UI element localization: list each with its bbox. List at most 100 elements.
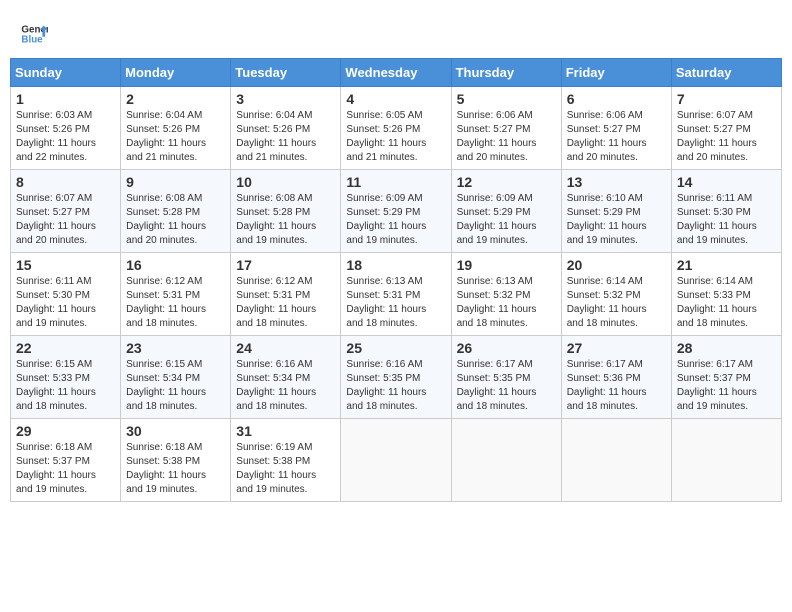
calendar-cell: 18 Sunrise: 6:13 AM Sunset: 5:31 PM Dayli… — [341, 253, 451, 336]
day-number: 30 — [126, 423, 225, 439]
calendar-cell: 13 Sunrise: 6:10 AM Sunset: 5:29 PM Dayli… — [561, 170, 671, 253]
day-info: Sunrise: 6:06 AM Sunset: 5:27 PM Dayligh… — [457, 109, 556, 165]
day-header-thursday: Thursday — [451, 59, 561, 87]
day-header-wednesday: Wednesday — [341, 59, 451, 87]
day-info: Sunrise: 6:09 AM Sunset: 5:29 PM Dayligh… — [346, 192, 445, 248]
calendar-cell: 6 Sunrise: 6:06 AM Sunset: 5:27 PM Daylig… — [561, 87, 671, 170]
calendar-cell: 30Sunrise: 6:18 AM Sunset: 5:38 PM Dayli… — [121, 419, 231, 502]
day-info: Sunrise: 6:07 AM Sunset: 5:27 PM Dayligh… — [16, 192, 115, 248]
day-number: 10 — [236, 174, 335, 190]
day-number: 27 — [567, 340, 666, 356]
day-number: 15 — [16, 257, 115, 273]
calendar-cell — [671, 419, 781, 502]
day-info: Sunrise: 6:06 AM Sunset: 5:27 PM Dayligh… — [567, 109, 666, 165]
calendar-cell: 1 Sunrise: 6:03 AM Sunset: 5:26 PM Daylig… — [11, 87, 121, 170]
calendar-cell: 2 Sunrise: 6:04 AM Sunset: 5:26 PM Daylig… — [121, 87, 231, 170]
logo: General Blue — [20, 20, 48, 48]
day-info: Sunrise: 6:05 AM Sunset: 5:26 PM Dayligh… — [346, 109, 445, 165]
day-info: Sunrise: 6:08 AM Sunset: 5:28 PM Dayligh… — [126, 192, 225, 248]
day-number: 31 — [236, 423, 335, 439]
calendar-week-3: 15 Sunrise: 6:11 AM Sunset: 5:30 PM Dayli… — [11, 253, 782, 336]
calendar-cell: 28 Sunrise: 6:17 AM Sunset: 5:37 PM Dayli… — [671, 336, 781, 419]
day-number: 9 — [126, 174, 225, 190]
day-info: Sunrise: 6:12 AM Sunset: 5:31 PM Dayligh… — [126, 275, 225, 331]
day-info: Sunrise: 6:03 AM Sunset: 5:26 PM Dayligh… — [16, 109, 115, 165]
day-number: 7 — [677, 91, 776, 107]
day-info: Sunrise: 6:14 AM Sunset: 5:32 PM Dayligh… — [567, 275, 666, 331]
day-info: Sunrise: 6:14 AM Sunset: 5:33 PM Dayligh… — [677, 275, 776, 331]
calendar-cell: 22 Sunrise: 6:15 AM Sunset: 5:33 PM Dayli… — [11, 336, 121, 419]
calendar-cell: 7 Sunrise: 6:07 AM Sunset: 5:27 PM Daylig… — [671, 87, 781, 170]
calendar-body: 1 Sunrise: 6:03 AM Sunset: 5:26 PM Daylig… — [11, 87, 782, 502]
logo-icon: General Blue — [20, 20, 48, 48]
calendar-week-4: 22 Sunrise: 6:15 AM Sunset: 5:33 PM Dayli… — [11, 336, 782, 419]
day-info: Sunrise: 6:15 AM Sunset: 5:34 PM Dayligh… — [126, 358, 225, 414]
header: General Blue — [10, 10, 782, 53]
calendar-week-1: 1 Sunrise: 6:03 AM Sunset: 5:26 PM Daylig… — [11, 87, 782, 170]
day-header-monday: Monday — [121, 59, 231, 87]
calendar-cell: 15 Sunrise: 6:11 AM Sunset: 5:30 PM Dayli… — [11, 253, 121, 336]
calendar-cell: 17Sunrise: 6:12 AM Sunset: 5:31 PM Dayli… — [231, 253, 341, 336]
day-info: Sunrise: 6:11 AM Sunset: 5:30 PM Dayligh… — [677, 192, 776, 248]
calendar-cell: 5 Sunrise: 6:06 AM Sunset: 5:27 PM Daylig… — [451, 87, 561, 170]
calendar-cell: 25 Sunrise: 6:16 AM Sunset: 5:35 PM Dayli… — [341, 336, 451, 419]
day-info: Sunrise: 6:17 AM Sunset: 5:37 PM Dayligh… — [677, 358, 776, 414]
calendar-cell: 14Sunrise: 6:11 AM Sunset: 5:30 PM Dayli… — [671, 170, 781, 253]
calendar-cell: 20 Sunrise: 6:14 AM Sunset: 5:32 PM Dayli… — [561, 253, 671, 336]
day-info: Sunrise: 6:17 AM Sunset: 5:35 PM Dayligh… — [457, 358, 556, 414]
calendar-cell: 4 Sunrise: 6:05 AM Sunset: 5:26 PM Daylig… — [341, 87, 451, 170]
calendar-cell: 24Sunrise: 6:16 AM Sunset: 5:34 PM Dayli… — [231, 336, 341, 419]
calendar-cell: 16 Sunrise: 6:12 AM Sunset: 5:31 PM Dayli… — [121, 253, 231, 336]
calendar-cell — [341, 419, 451, 502]
calendar-cell: 11Sunrise: 6:09 AM Sunset: 5:29 PM Dayli… — [341, 170, 451, 253]
day-info: Sunrise: 6:08 AM Sunset: 5:28 PM Dayligh… — [236, 192, 335, 248]
day-number: 17 — [236, 257, 335, 273]
day-number: 12 — [457, 174, 556, 190]
calendar-table: SundayMondayTuesdayWednesdayThursdayFrid… — [10, 58, 782, 502]
day-number: 3 — [236, 91, 335, 107]
day-number: 2 — [126, 91, 225, 107]
day-number: 23 — [126, 340, 225, 356]
day-number: 16 — [126, 257, 225, 273]
day-number: 21 — [677, 257, 776, 273]
calendar-cell: 29 Sunrise: 6:18 AM Sunset: 5:37 PM Dayli… — [11, 419, 121, 502]
day-number: 1 — [16, 91, 115, 107]
day-number: 25 — [346, 340, 445, 356]
day-info: Sunrise: 6:19 AM Sunset: 5:38 PM Dayligh… — [236, 441, 335, 497]
day-info: Sunrise: 6:16 AM Sunset: 5:34 PM Dayligh… — [236, 358, 335, 414]
calendar-header-row: SundayMondayTuesdayWednesdayThursdayFrid… — [11, 59, 782, 87]
day-info: Sunrise: 6:04 AM Sunset: 5:26 PM Dayligh… — [236, 109, 335, 165]
day-number: 29 — [16, 423, 115, 439]
calendar-cell: 9 Sunrise: 6:08 AM Sunset: 5:28 PM Daylig… — [121, 170, 231, 253]
day-header-tuesday: Tuesday — [231, 59, 341, 87]
day-info: Sunrise: 6:11 AM Sunset: 5:30 PM Dayligh… — [16, 275, 115, 331]
calendar-cell — [561, 419, 671, 502]
day-info: Sunrise: 6:16 AM Sunset: 5:35 PM Dayligh… — [346, 358, 445, 414]
calendar-week-2: 8 Sunrise: 6:07 AM Sunset: 5:27 PM Daylig… — [11, 170, 782, 253]
day-number: 20 — [567, 257, 666, 273]
calendar-cell: 23 Sunrise: 6:15 AM Sunset: 5:34 PM Dayli… — [121, 336, 231, 419]
day-number: 5 — [457, 91, 556, 107]
calendar-cell: 8 Sunrise: 6:07 AM Sunset: 5:27 PM Daylig… — [11, 170, 121, 253]
day-info: Sunrise: 6:04 AM Sunset: 5:26 PM Dayligh… — [126, 109, 225, 165]
day-header-saturday: Saturday — [671, 59, 781, 87]
day-number: 4 — [346, 91, 445, 107]
day-info: Sunrise: 6:18 AM Sunset: 5:37 PM Dayligh… — [16, 441, 115, 497]
day-info: Sunrise: 6:17 AM Sunset: 5:36 PM Dayligh… — [567, 358, 666, 414]
day-number: 19 — [457, 257, 556, 273]
day-number: 13 — [567, 174, 666, 190]
day-number: 8 — [16, 174, 115, 190]
day-info: Sunrise: 6:07 AM Sunset: 5:27 PM Dayligh… — [677, 109, 776, 165]
day-number: 6 — [567, 91, 666, 107]
day-info: Sunrise: 6:13 AM Sunset: 5:31 PM Dayligh… — [346, 275, 445, 331]
day-number: 22 — [16, 340, 115, 356]
day-info: Sunrise: 6:15 AM Sunset: 5:33 PM Dayligh… — [16, 358, 115, 414]
calendar-cell: 31 Sunrise: 6:19 AM Sunset: 5:38 PM Dayli… — [231, 419, 341, 502]
day-number: 18 — [346, 257, 445, 273]
svg-text:Blue: Blue — [21, 34, 43, 45]
day-header-friday: Friday — [561, 59, 671, 87]
day-header-sunday: Sunday — [11, 59, 121, 87]
day-number: 28 — [677, 340, 776, 356]
day-info: Sunrise: 6:10 AM Sunset: 5:29 PM Dayligh… — [567, 192, 666, 248]
calendar-cell: 12Sunrise: 6:09 AM Sunset: 5:29 PM Dayli… — [451, 170, 561, 253]
